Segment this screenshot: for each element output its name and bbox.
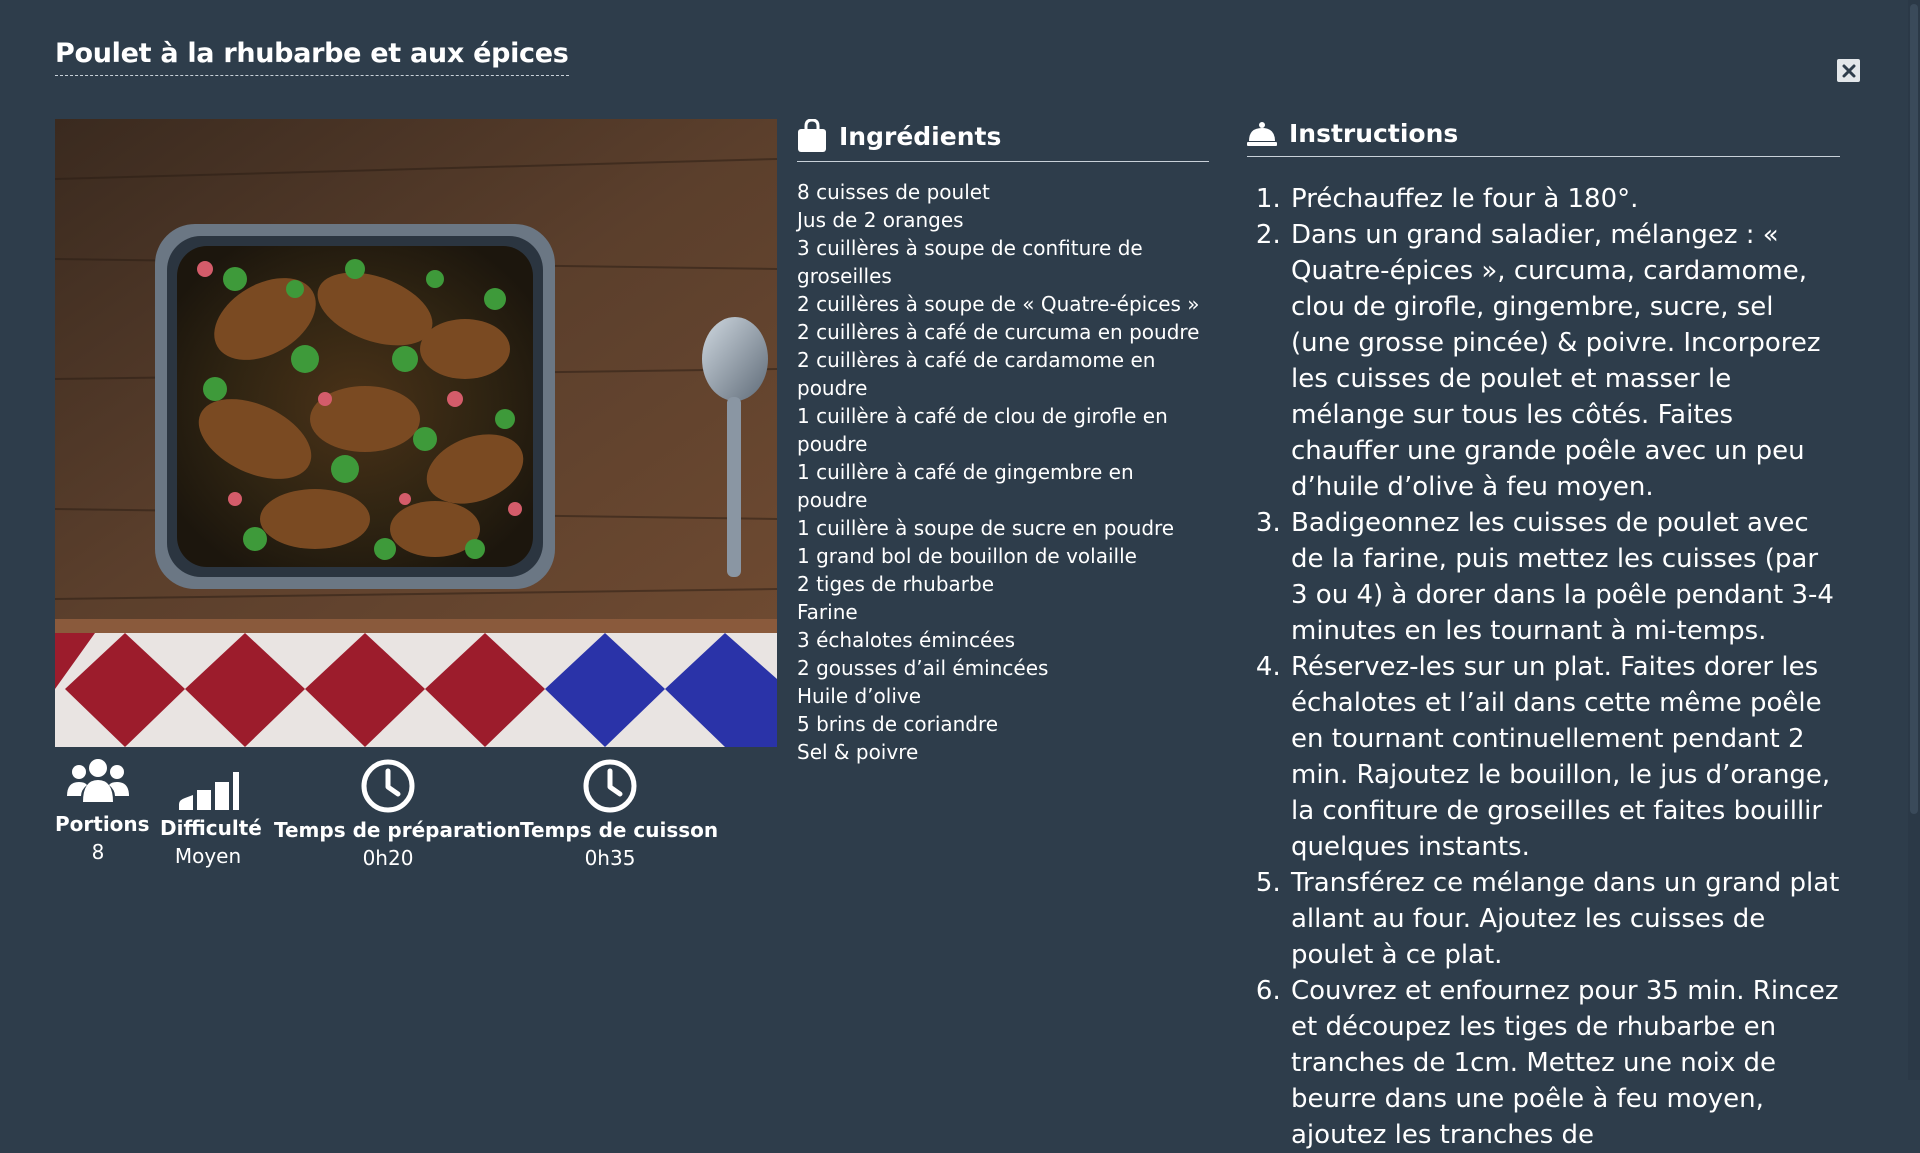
instructions-header: Instructions	[1247, 119, 1840, 157]
instruction-step: Couvrez et enfournez pour 35 min. Rincez…	[1289, 973, 1840, 1153]
stat-label: Temps de cuisson	[520, 818, 719, 842]
instruction-step: Préchauffez le four à 180°.	[1289, 181, 1840, 217]
ingredient-item: 8 cuisses de poulet	[797, 180, 990, 204]
close-button[interactable]	[1837, 59, 1860, 82]
recipe-title: Poulet à la rhubarbe et aux épices	[55, 38, 569, 76]
ingredient-item: Jus de 2 oranges	[797, 208, 964, 232]
signal-bars-icon	[179, 772, 239, 810]
instruction-step: Badigeonnez les cuisses de poulet avec d…	[1289, 505, 1840, 649]
clock-icon	[361, 759, 415, 813]
stat-value: 0h20	[362, 846, 414, 870]
stat-portions: Portions 8	[55, 758, 150, 864]
ingredients-list: 8 cuisses de poulet Jus de 2 oranges 3 cui…	[797, 178, 1209, 766]
close-icon	[1842, 64, 1855, 77]
cloche-icon	[1247, 121, 1277, 146]
users-icon	[67, 759, 129, 802]
ingredient-item: 3 échalotes émincées	[797, 628, 1016, 652]
stat-difficulty: Difficulté Moyen	[160, 758, 262, 868]
scrollbar-thumb[interactable]	[1910, 4, 1918, 814]
stat-value: Moyen	[174, 844, 242, 868]
instruction-step: Réservez-les sur un plat. Faites dorer l…	[1289, 649, 1840, 865]
instructions-heading: Instructions	[1289, 119, 1459, 148]
ingredient-item: 2 cuillères à café de curcuma en poudre	[797, 320, 1200, 344]
stat-label: Difficulté	[160, 816, 262, 840]
ingredient-item: Sel & poivre	[797, 740, 919, 764]
stat-label: Temps de préparation	[274, 818, 521, 842]
recipe-photo	[55, 119, 777, 747]
stat-label: Portions	[55, 812, 150, 836]
ingredient-item: 1 grand bol de bouillon de volaille	[797, 544, 1137, 568]
instruction-step: Transférez ce mélange dans un grand plat…	[1289, 865, 1840, 973]
scrollbar[interactable]	[1908, 0, 1920, 1080]
ingredient-item: Farine	[797, 600, 858, 624]
ingredients-heading: Ingrédients	[839, 121, 1002, 151]
stat-prep-time: Temps de préparation 0h20	[274, 758, 521, 870]
stat-value: 8	[91, 840, 105, 864]
shopping-bag-icon	[798, 119, 826, 152]
instructions-section: Instructions Préchauffez le four à 180°.…	[1247, 119, 1840, 1153]
stat-cook-time: Temps de cuisson 0h35	[520, 758, 719, 870]
ingredient-item: 5 brins de coriandre	[797, 712, 999, 736]
ingredient-item: 1 cuillère à café de gingembre en poudre	[797, 460, 1134, 512]
ingredients-header: Ingrédients	[797, 119, 1209, 162]
ingredient-item: 2 gousses d’ail émincées	[797, 656, 1049, 680]
instruction-step: Dans un grand saladier, mélangez : « Qua…	[1289, 217, 1840, 505]
ingredient-item: 2 cuillères à soupe de « Quatre-épices »	[797, 292, 1200, 316]
stat-value: 0h35	[584, 846, 636, 870]
recipe-stats: Portions 8 Difficulté Moyen Temps de pré…	[0, 758, 760, 888]
ingredient-item: 2 cuillères à café de cardamome en poudr…	[797, 348, 1156, 400]
ingredient-item: 1 cuillère à soupe de sucre en poudre	[797, 516, 1175, 540]
clock-icon	[583, 759, 637, 813]
ingredients-section: Ingrédients 8 cuisses de poulet Jus de 2 …	[797, 119, 1209, 766]
ingredient-item: Huile d’olive	[797, 684, 922, 708]
ingredient-item: 3 cuillères à soupe de confiture de gros…	[797, 236, 1143, 288]
ingredient-item: 2 tiges de rhubarbe	[797, 572, 995, 596]
ingredient-item: 1 cuillère à café de clou de girofle en …	[797, 404, 1168, 456]
instructions-list: Préchauffez le four à 180°.Dans un grand…	[1247, 181, 1840, 1153]
